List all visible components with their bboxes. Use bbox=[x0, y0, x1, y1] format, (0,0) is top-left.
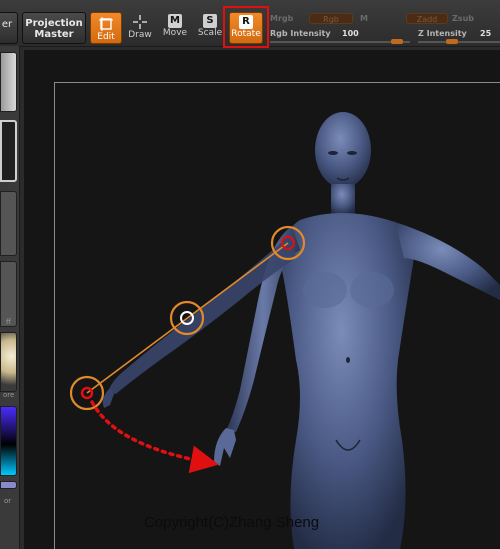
model-hand-lowered bbox=[214, 428, 236, 466]
figure-model bbox=[69, 112, 500, 549]
model-torso bbox=[281, 212, 414, 549]
copyright-text: Copyright(C)Zhang Sheng bbox=[144, 514, 320, 531]
rotation-arrow bbox=[90, 400, 219, 474]
model-head bbox=[315, 112, 371, 214]
